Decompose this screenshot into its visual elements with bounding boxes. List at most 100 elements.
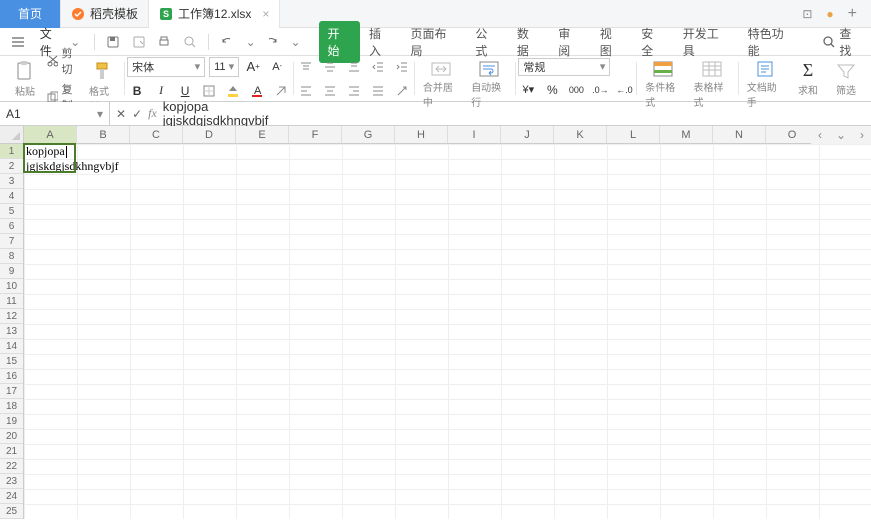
cell-value[interactable]: jgjskdgjsdkhngvbjf (24, 159, 119, 174)
condformat-icon[interactable] (650, 60, 676, 78)
row-header[interactable]: 15 (0, 354, 23, 369)
row-header[interactable]: 13 (0, 324, 23, 339)
app-menu-icon[interactable]: ⊡ (802, 7, 812, 21)
row-header[interactable]: 24 (0, 489, 23, 504)
font-color-icon[interactable]: A (247, 81, 267, 101)
align-left-icon[interactable] (296, 81, 316, 101)
name-box[interactable]: A1▾ (0, 102, 110, 125)
tab-formula[interactable]: 公式 (466, 21, 507, 63)
preview-icon[interactable] (180, 32, 200, 52)
underline-icon[interactable]: U (175, 81, 195, 101)
row-header[interactable]: 16 (0, 369, 23, 384)
fill-color-icon[interactable] (223, 81, 243, 101)
close-icon[interactable]: × (262, 7, 269, 21)
increase-font-icon[interactable]: A+ (243, 57, 263, 77)
row-header[interactable]: 11 (0, 294, 23, 309)
decrease-decimal-icon[interactable]: ←.0 (614, 80, 634, 100)
hamburger-icon[interactable] (8, 32, 28, 52)
row-header[interactable]: 10 (0, 279, 23, 294)
column-header[interactable]: H (395, 126, 448, 143)
tablestyle-icon[interactable] (699, 60, 725, 78)
row-header[interactable]: 6 (0, 219, 23, 234)
column-header[interactable]: L (607, 126, 660, 143)
redo-dropdown[interactable]: ⌄ (290, 35, 300, 49)
column-header[interactable]: N (713, 126, 766, 143)
tab-workbook[interactable]: S 工作簿12.xlsx × (149, 0, 280, 28)
redo-icon[interactable] (262, 32, 282, 52)
number-format-select[interactable]: 常规▾ (518, 58, 610, 76)
row-header[interactable]: 20 (0, 429, 23, 444)
filter-icon[interactable] (833, 60, 859, 81)
column-header[interactable]: E (236, 126, 289, 143)
paste-icon[interactable] (12, 60, 38, 82)
row-header[interactable]: 23 (0, 474, 23, 489)
row-header[interactable]: 8 (0, 249, 23, 264)
merge-icon[interactable] (428, 60, 454, 78)
collapse-icon[interactable]: ⌄ (836, 128, 846, 142)
fx-icon[interactable]: fx (148, 106, 157, 121)
column-header[interactable]: K (554, 126, 607, 143)
row-header[interactable]: 18 (0, 399, 23, 414)
row-header[interactable]: 21 (0, 444, 23, 459)
tab-special[interactable]: 特色功能 (739, 21, 804, 63)
cell-value[interactable]: kopjopa (24, 144, 65, 159)
row-header[interactable]: 17 (0, 384, 23, 399)
scroll-left-icon[interactable]: ‹ (818, 128, 822, 142)
formatpainter-icon[interactable] (90, 60, 116, 82)
comma-icon[interactable]: 000 (566, 80, 586, 100)
undo-icon[interactable] (217, 32, 237, 52)
tab-data[interactable]: 数据 (508, 21, 549, 63)
cancel-icon[interactable]: ✕ (116, 107, 126, 121)
decrease-font-icon[interactable]: A- (267, 57, 287, 77)
percent-icon[interactable]: % (542, 80, 562, 100)
row-header[interactable]: 19 (0, 414, 23, 429)
increase-decimal-icon[interactable]: .0→ (590, 80, 610, 100)
column-header[interactable]: B (77, 126, 130, 143)
row-header[interactable]: 22 (0, 459, 23, 474)
align-center-icon[interactable] (320, 81, 340, 101)
font-size-select[interactable]: 11▾ (209, 57, 239, 77)
row-header[interactable]: 1 (0, 144, 23, 159)
undo-dropdown[interactable]: ⌄ (246, 35, 256, 49)
new-tab-icon[interactable]: + (848, 5, 857, 23)
column-header[interactable]: I (448, 126, 501, 143)
accept-icon[interactable]: ✓ (132, 107, 142, 121)
align-bottom-icon[interactable] (344, 57, 364, 77)
row-header[interactable]: 9 (0, 264, 23, 279)
clear-format-icon[interactable] (271, 81, 291, 101)
select-all-corner[interactable] (0, 126, 24, 143)
row-header[interactable]: 4 (0, 189, 23, 204)
currency-icon[interactable]: ¥▾ (518, 80, 538, 100)
save-as-icon[interactable] (129, 32, 149, 52)
row-header[interactable]: 12 (0, 309, 23, 324)
decrease-indent-icon[interactable] (368, 57, 388, 77)
sum-label[interactable]: 求和 (798, 82, 818, 97)
align-right-icon[interactable] (344, 81, 364, 101)
tab-view[interactable]: 视图 (591, 21, 632, 63)
paste-label[interactable]: 粘贴 (15, 83, 35, 98)
orientation-icon[interactable] (392, 81, 412, 101)
border-icon[interactable] (199, 81, 219, 101)
justify-icon[interactable] (368, 81, 388, 101)
font-name-select[interactable]: 宋体▾ (127, 57, 205, 77)
save-icon[interactable] (103, 32, 123, 52)
cell-area[interactable]: kopjopajgjskdgjsdkhngvbjf (24, 144, 871, 519)
wrap-icon[interactable] (476, 60, 502, 78)
dochelp-icon[interactable] (752, 60, 778, 78)
increase-indent-icon[interactable] (392, 57, 412, 77)
bold-icon[interactable]: B (127, 81, 147, 101)
formula-input[interactable]: kopjopa jgjskdgjsdkhngvbjf (163, 99, 871, 128)
print-icon[interactable] (155, 32, 175, 52)
column-header[interactable]: M (660, 126, 713, 143)
align-top-icon[interactable] (296, 57, 316, 77)
tab-security[interactable]: 安全 (632, 21, 673, 63)
search-button[interactable]: 查找 (822, 25, 863, 59)
column-header[interactable]: J (501, 126, 554, 143)
row-header[interactable]: 2 (0, 159, 23, 174)
row-header[interactable]: 25 (0, 504, 23, 519)
column-header[interactable]: D (183, 126, 236, 143)
row-header[interactable]: 3 (0, 174, 23, 189)
column-header[interactable]: F (289, 126, 342, 143)
tab-review[interactable]: 审阅 (549, 21, 590, 63)
sum-icon[interactable]: Σ (795, 60, 821, 81)
